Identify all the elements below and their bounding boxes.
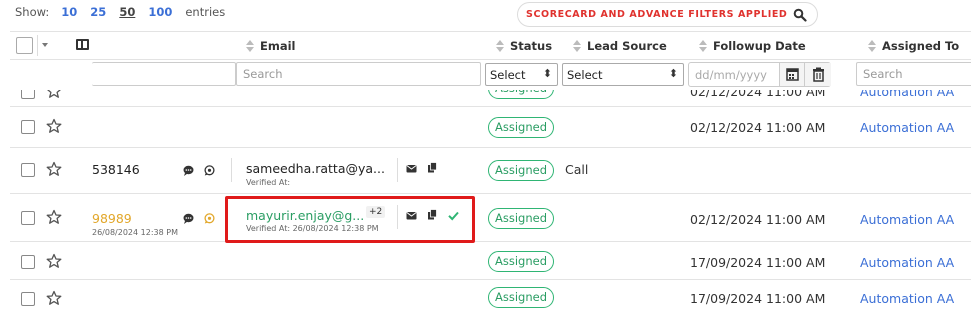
status-badge: Assigned xyxy=(488,208,555,229)
table-row[interactable]: 98989 26/08/2024 12:38 PM mayurir.enjay@… xyxy=(10,195,971,242)
lead-source-filter-select[interactable]: Select xyxy=(562,63,684,86)
table-row[interactable]: 538146 sameedha.ratta@ya... Verified At:… xyxy=(10,149,971,194)
status-badge: Assigned xyxy=(488,160,555,181)
followup-header-label: Followup Date xyxy=(713,39,806,53)
star-icon[interactable] xyxy=(46,290,62,306)
status-filter-value: Select xyxy=(490,68,526,82)
calendar-button[interactable] xyxy=(779,63,804,86)
row-checkbox[interactable] xyxy=(21,255,35,269)
row-checkbox[interactable] xyxy=(21,292,35,306)
email-address[interactable]: sameedha.ratta@ya... xyxy=(246,161,385,176)
star-icon[interactable] xyxy=(46,161,62,177)
row-checkbox[interactable] xyxy=(21,163,35,177)
lead-source-header-label: Lead Source xyxy=(587,39,667,53)
row-checkbox[interactable] xyxy=(21,90,35,99)
sort-icon xyxy=(573,40,581,52)
row-checkbox[interactable] xyxy=(21,211,35,225)
date-placeholder: dd/mm/yyyy xyxy=(695,68,767,82)
column-header-email[interactable]: Email xyxy=(246,39,295,53)
assigned-filter-placeholder: Search xyxy=(863,67,903,81)
divider xyxy=(231,158,232,182)
phone-filter-input[interactable] xyxy=(92,62,236,86)
column-header-status[interactable]: Status xyxy=(496,39,552,53)
email-header-label: Email xyxy=(260,39,296,53)
show-label: Show: xyxy=(15,5,50,19)
assigned-to-header-label: Assigned To xyxy=(882,39,960,53)
assigned-to-link[interactable]: Automation AA xyxy=(860,255,954,270)
page-length-25[interactable]: 25 xyxy=(90,5,106,19)
phone-number[interactable]: 538146 xyxy=(92,162,140,177)
table-row[interactable]: Assigned 17/09/2024 11:00 AM Automation … xyxy=(10,243,971,280)
star-icon[interactable] xyxy=(46,118,62,134)
status-filter-select[interactable]: Select xyxy=(485,63,558,86)
select-all-checkbox[interactable] xyxy=(16,37,33,54)
status-header-label: Status xyxy=(510,39,553,53)
entries-label: entries xyxy=(185,5,226,19)
sort-icon xyxy=(699,40,707,52)
star-icon[interactable] xyxy=(46,253,62,269)
table-row[interactable]: Assigned 17/09/2024 11:00 AM Automation … xyxy=(10,281,971,312)
verified-at: Verified At: xyxy=(246,178,291,187)
assigned-to-link[interactable]: Automation AA xyxy=(860,212,954,227)
column-header-followup[interactable]: Followup Date xyxy=(699,39,806,53)
star-icon[interactable] xyxy=(46,90,62,99)
status-badge: Assigned xyxy=(488,90,555,99)
status-badge: Assigned xyxy=(488,117,555,138)
calendar-icon xyxy=(786,68,799,81)
lead-source-filter-value: Select xyxy=(567,68,603,82)
chat-icon[interactable] xyxy=(183,165,194,176)
followup-date-filter[interactable]: dd/mm/yyyy xyxy=(688,62,831,87)
email-filter-input[interactable]: Search xyxy=(236,62,481,86)
table-row[interactable]: Assigned 02/12/2024 11:00 AM Automation … xyxy=(10,108,971,148)
copy-icon[interactable] xyxy=(427,162,438,173)
whatsapp-icon[interactable] xyxy=(204,165,215,176)
applied-filters-badge[interactable]: SCORECARD AND ADVANCE FILTERS APPLIED xyxy=(517,2,818,27)
column-header-assigned-to[interactable]: Assigned To xyxy=(868,39,959,53)
status-badge: Assigned xyxy=(488,251,555,272)
followup-date: 02/12/2024 11:00 AM xyxy=(690,90,826,99)
sort-icon xyxy=(496,40,504,52)
page-length-control: Show: 10 25 50 100 entries xyxy=(15,5,225,19)
phone-number[interactable]: 98989 xyxy=(92,211,132,226)
table-header: Email Status Lead Source Followup Date A… xyxy=(10,31,971,60)
assigned-to-link[interactable]: Automation AA xyxy=(860,291,954,306)
divider xyxy=(397,158,398,182)
table-toolbar: Show: 10 25 50 100 entries SCORECARD AND… xyxy=(0,0,971,30)
page-length-10[interactable]: 10 xyxy=(61,5,77,19)
star-icon[interactable] xyxy=(46,209,62,225)
followup-date: 02/12/2024 11:00 AM xyxy=(690,212,826,227)
row-checkbox[interactable] xyxy=(21,120,35,134)
chat-icon[interactable] xyxy=(183,213,194,224)
applied-filters-text: SCORECARD AND ADVANCE FILTERS APPLIED xyxy=(526,9,788,20)
column-toggle-icon[interactable] xyxy=(76,39,89,50)
assigned-to-filter-input[interactable]: Search xyxy=(856,62,971,86)
page-length-50[interactable]: 50 xyxy=(119,5,135,19)
phone-timestamp: 26/08/2024 12:38 PM xyxy=(92,228,178,237)
status-badge: Assigned xyxy=(488,287,555,308)
envelope-icon[interactable] xyxy=(406,163,417,174)
assigned-to-link[interactable]: Automation AA xyxy=(860,120,954,135)
sort-icon xyxy=(868,40,876,52)
clear-date-button[interactable] xyxy=(804,63,831,86)
followup-date: 02/12/2024 11:00 AM xyxy=(690,120,826,135)
lead-source: Call xyxy=(565,162,589,177)
highlight-box xyxy=(225,196,475,243)
search-icon xyxy=(793,8,807,22)
column-filter-row: Search Select Select dd/mm/yyyy Search xyxy=(10,60,971,90)
whatsapp-icon[interactable] xyxy=(204,213,215,224)
followup-date: 17/09/2024 11:00 AM xyxy=(690,291,826,306)
trash-icon xyxy=(813,67,824,82)
followup-date: 17/09/2024 11:00 AM xyxy=(690,255,826,270)
page-length-100[interactable]: 100 xyxy=(148,5,172,19)
table-row[interactable]: Assigned 02/12/2024 11:00 AM Automation … xyxy=(10,90,971,107)
assigned-to-link[interactable]: Automation AA xyxy=(860,90,954,99)
bulk-select-dropdown[interactable] xyxy=(37,35,51,56)
sort-icon xyxy=(246,40,254,52)
column-header-lead-source[interactable]: Lead Source xyxy=(573,39,667,53)
email-filter-placeholder: Search xyxy=(243,67,283,81)
